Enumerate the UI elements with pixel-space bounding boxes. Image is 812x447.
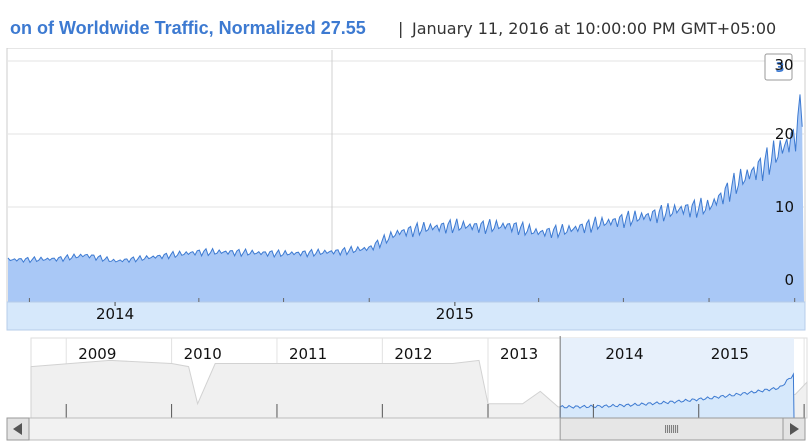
navigator[interactable]: 200920102011201220132014201520: [0, 336, 812, 447]
y-tick-20: 20: [775, 125, 794, 143]
nav-year-label-2010: 2010: [184, 345, 222, 363]
main-chart[interactable]: 0 10 20 30 2014 2015 3 30: [0, 48, 812, 332]
y-tick-0: 0: [784, 271, 794, 289]
x-tick-label-2015: 2015: [436, 305, 474, 323]
y-tick-10: 10: [775, 198, 794, 216]
chart-header: on of Worldwide Traffic, Normalized 27.5…: [0, 0, 812, 50]
nav-year-label-2012: 2012: [394, 345, 432, 363]
nav-year-label-2015: 2015: [711, 345, 749, 363]
header-separator: |: [398, 19, 404, 38]
marker-flag-label: 30: [774, 56, 793, 74]
nav-year-label-2013: 2013: [500, 345, 538, 363]
grip-icon: [665, 425, 679, 433]
series-title: on of Worldwide Traffic, Normalized 27.5…: [10, 18, 366, 38]
hover-timestamp: January 11, 2016 at 10:00:00 PM GMT+05:0…: [412, 19, 777, 38]
nav-year-label-2011: 2011: [289, 345, 327, 363]
nav-year-label-2014: 2014: [605, 345, 643, 363]
nav-year-label-2009: 2009: [78, 345, 116, 363]
x-tick-label-2014: 2014: [96, 305, 134, 323]
scrollbar[interactable]: [6, 417, 806, 441]
marker-flag[interactable]: 3 30: [764, 53, 794, 81]
